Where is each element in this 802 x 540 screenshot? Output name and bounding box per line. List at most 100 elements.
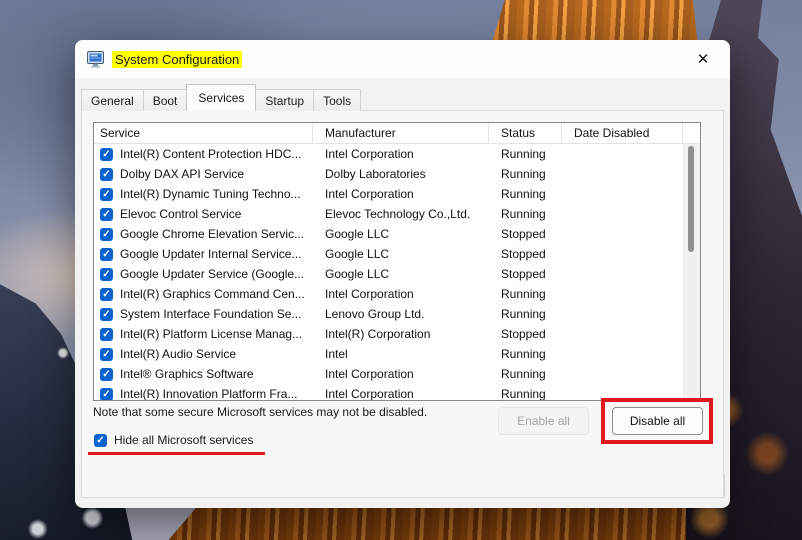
column-header-service[interactable]: Service bbox=[94, 123, 313, 143]
system-configuration-window: System Configuration ✕ GeneralBootServic… bbox=[75, 40, 730, 508]
service-checkbox-checked-icon[interactable]: ✓ bbox=[100, 328, 113, 341]
manufacturer-cell: Dolby Laboratories bbox=[313, 167, 489, 181]
tabstrip: GeneralBootServicesStartupTools bbox=[81, 84, 360, 111]
disable-all-button[interactable]: Disable all bbox=[612, 407, 703, 435]
service-name: System Interface Foundation Se... bbox=[120, 307, 301, 321]
service-name-cell: ✓ Intel(R) Content Protection HDC... bbox=[94, 147, 313, 161]
table-row[interactable]: ✓ Intel(R) Platform License Manag... Intel… bbox=[94, 324, 683, 344]
manufacturer-cell: Lenovo Group Ltd. bbox=[313, 307, 489, 321]
service-checkbox-checked-icon[interactable]: ✓ bbox=[100, 248, 113, 261]
service-name: Intel(R) Innovation Platform Fra... bbox=[120, 387, 297, 400]
hide-microsoft-services-checkbox[interactable]: ✓ Hide all Microsoft services bbox=[94, 433, 253, 447]
service-checkbox-checked-icon[interactable]: ✓ bbox=[100, 368, 113, 381]
scrollbar-thumb[interactable] bbox=[688, 146, 694, 252]
service-checkbox-checked-icon[interactable]: ✓ bbox=[100, 208, 113, 221]
status-cell: Running bbox=[489, 347, 562, 361]
manufacturer-cell: Intel Corporation bbox=[313, 387, 489, 400]
tab-boot[interactable]: Boot bbox=[143, 89, 188, 111]
service-name: Intel(R) Dynamic Tuning Techno... bbox=[120, 187, 301, 201]
manufacturer-cell: Google LLC bbox=[313, 267, 489, 281]
status-cell: Running bbox=[489, 287, 562, 301]
manufacturer-cell: Intel Corporation bbox=[313, 367, 489, 381]
status-cell: Running bbox=[489, 167, 562, 181]
table-row[interactable]: ✓ System Interface Foundation Se... Lenovo… bbox=[94, 304, 683, 324]
service-name-cell: ✓ Dolby DAX API Service bbox=[94, 167, 313, 181]
service-checkbox-checked-icon[interactable]: ✓ bbox=[100, 188, 113, 201]
vertical-scrollbar[interactable] bbox=[683, 144, 700, 400]
service-name: Intel® Graphics Software bbox=[120, 367, 254, 381]
window-title: System Configuration bbox=[112, 51, 242, 68]
manufacturer-cell: Intel(R) Corporation bbox=[313, 327, 489, 341]
tab-tools[interactable]: Tools bbox=[313, 89, 361, 111]
service-name-cell: ✓ Google Chrome Elevation Servic... bbox=[94, 227, 313, 241]
table-row[interactable]: ✓ Intel(R) Innovation Platform Fra... Inte… bbox=[94, 384, 683, 400]
annotation-red-underline bbox=[88, 452, 265, 455]
table-row[interactable]: ✓ Intel(R) Audio Service IntelRunning bbox=[94, 344, 683, 364]
status-cell: Stopped bbox=[489, 247, 562, 261]
tab-services[interactable]: Services bbox=[186, 84, 256, 111]
service-name-cell: ✓ Intel(R) Audio Service bbox=[94, 347, 313, 361]
service-checkbox-checked-icon[interactable]: ✓ bbox=[100, 308, 113, 321]
titlebar[interactable]: System Configuration ✕ bbox=[75, 40, 730, 78]
status-cell: Stopped bbox=[489, 267, 562, 281]
manufacturer-cell: Intel Corporation bbox=[313, 147, 489, 161]
service-name: Intel(R) Graphics Command Cen... bbox=[120, 287, 305, 301]
status-cell: Stopped bbox=[489, 327, 562, 341]
service-checkbox-checked-icon[interactable]: ✓ bbox=[100, 228, 113, 241]
manufacturer-cell: Intel Corporation bbox=[313, 187, 489, 201]
table-row[interactable]: ✓ Intel(R) Graphics Command Cen... Intel C… bbox=[94, 284, 683, 304]
service-name: Intel(R) Platform License Manag... bbox=[120, 327, 302, 341]
service-name-cell: ✓ Intel(R) Platform License Manag... bbox=[94, 327, 313, 341]
status-cell: Running bbox=[489, 207, 562, 221]
service-name: Intel(R) Audio Service bbox=[120, 347, 236, 361]
manufacturer-cell: Intel bbox=[313, 347, 489, 361]
checkbox-checked-icon[interactable]: ✓ bbox=[94, 434, 107, 447]
table-row[interactable]: ✓ Dolby DAX API Service Dolby Laboratories… bbox=[94, 164, 683, 184]
tab-general[interactable]: General bbox=[81, 89, 144, 111]
column-header-manufacturer[interactable]: Manufacturer bbox=[313, 123, 489, 143]
hide-microsoft-services-label: Hide all Microsoft services bbox=[114, 433, 253, 447]
service-name-cell: ✓ System Interface Foundation Se... bbox=[94, 307, 313, 321]
services-tab-page: ServiceManufacturerStatusDate Disabled ✓… bbox=[81, 110, 724, 498]
status-cell: Running bbox=[489, 307, 562, 321]
enable-all-button[interactable]: Enable all bbox=[498, 407, 589, 435]
service-name: Google Chrome Elevation Servic... bbox=[120, 227, 304, 241]
manufacturer-cell: Google LLC bbox=[313, 227, 489, 241]
manufacturer-cell: Google LLC bbox=[313, 247, 489, 261]
table-row[interactable]: ✓ Google Updater Internal Service... Googl… bbox=[94, 244, 683, 264]
services-table-body: ✓ Intel(R) Content Protection HDC... Intel… bbox=[94, 144, 683, 400]
column-header-date-disabled[interactable]: Date Disabled bbox=[562, 123, 683, 143]
system-configuration-icon bbox=[87, 51, 106, 68]
service-checkbox-checked-icon[interactable]: ✓ bbox=[100, 288, 113, 301]
services-table-header: ServiceManufacturerStatusDate Disabled bbox=[94, 123, 700, 144]
column-header-status[interactable]: Status bbox=[489, 123, 562, 143]
service-name-cell: ✓Google Updater Service (Google... bbox=[94, 267, 313, 281]
table-row[interactable]: ✓ Intel(R) Content Protection HDC... Intel… bbox=[94, 144, 683, 164]
service-name-cell: ✓ Google Updater Internal Service... bbox=[94, 247, 313, 261]
service-name-cell: ✓ Intel(R) Innovation Platform Fra... bbox=[94, 387, 313, 400]
service-name: Intel(R) Content Protection HDC... bbox=[120, 147, 301, 161]
service-name: Dolby DAX API Service bbox=[120, 167, 244, 181]
manufacturer-cell: Intel Corporation bbox=[313, 287, 489, 301]
manufacturer-cell: Elevoc Technology Co.,Ltd. bbox=[313, 207, 489, 221]
service-checkbox-checked-icon[interactable]: ✓ bbox=[100, 168, 113, 181]
service-checkbox-checked-icon[interactable]: ✓ bbox=[100, 148, 113, 161]
desktop: System Configuration ✕ GeneralBootServic… bbox=[0, 0, 802, 540]
service-checkbox-checked-icon[interactable]: ✓ bbox=[100, 388, 113, 401]
table-row[interactable]: ✓ Intel(R) Dynamic Tuning Techno... Intel … bbox=[94, 184, 683, 204]
status-cell: Running bbox=[489, 387, 562, 400]
service-checkbox-checked-icon[interactable]: ✓ bbox=[100, 268, 113, 281]
table-row[interactable]: ✓Google Updater Service (Google...Google… bbox=[94, 264, 683, 284]
service-checkbox-checked-icon[interactable]: ✓ bbox=[100, 348, 113, 361]
tab-startup[interactable]: Startup bbox=[255, 89, 314, 111]
service-name: Elevoc Control Service bbox=[120, 207, 241, 221]
close-button[interactable]: ✕ bbox=[688, 46, 718, 72]
table-row[interactable]: ✓ Elevoc Control Service Elevoc Technology… bbox=[94, 204, 683, 224]
table-row[interactable]: ✓ Intel® Graphics Software Intel Corporati… bbox=[94, 364, 683, 384]
status-cell: Stopped bbox=[489, 227, 562, 241]
service-name: Google Updater Internal Service... bbox=[120, 247, 301, 261]
service-name-cell: ✓ Intel® Graphics Software bbox=[94, 367, 313, 381]
service-name-cell: ✓ Intel(R) Dynamic Tuning Techno... bbox=[94, 187, 313, 201]
table-row[interactable]: ✓ Google Chrome Elevation Servic... Google… bbox=[94, 224, 683, 244]
services-table: ServiceManufacturerStatusDate Disabled ✓… bbox=[93, 122, 701, 401]
